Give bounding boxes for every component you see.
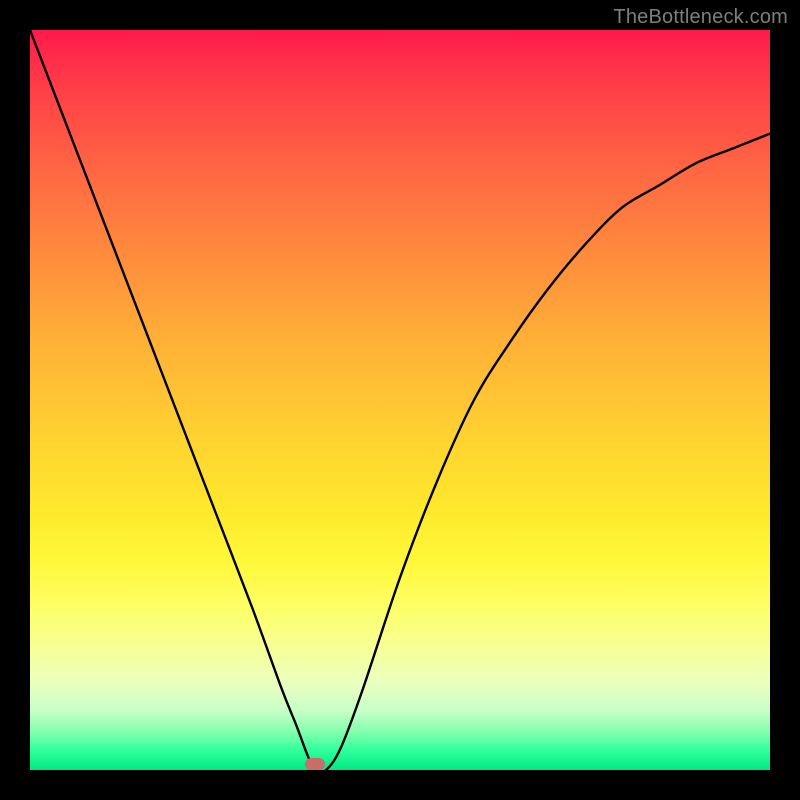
- chart-frame: TheBottleneck.com: [0, 0, 800, 800]
- minimum-marker: [305, 758, 325, 770]
- watermark-text: TheBottleneck.com: [613, 6, 788, 29]
- bottleneck-curve: [30, 30, 770, 770]
